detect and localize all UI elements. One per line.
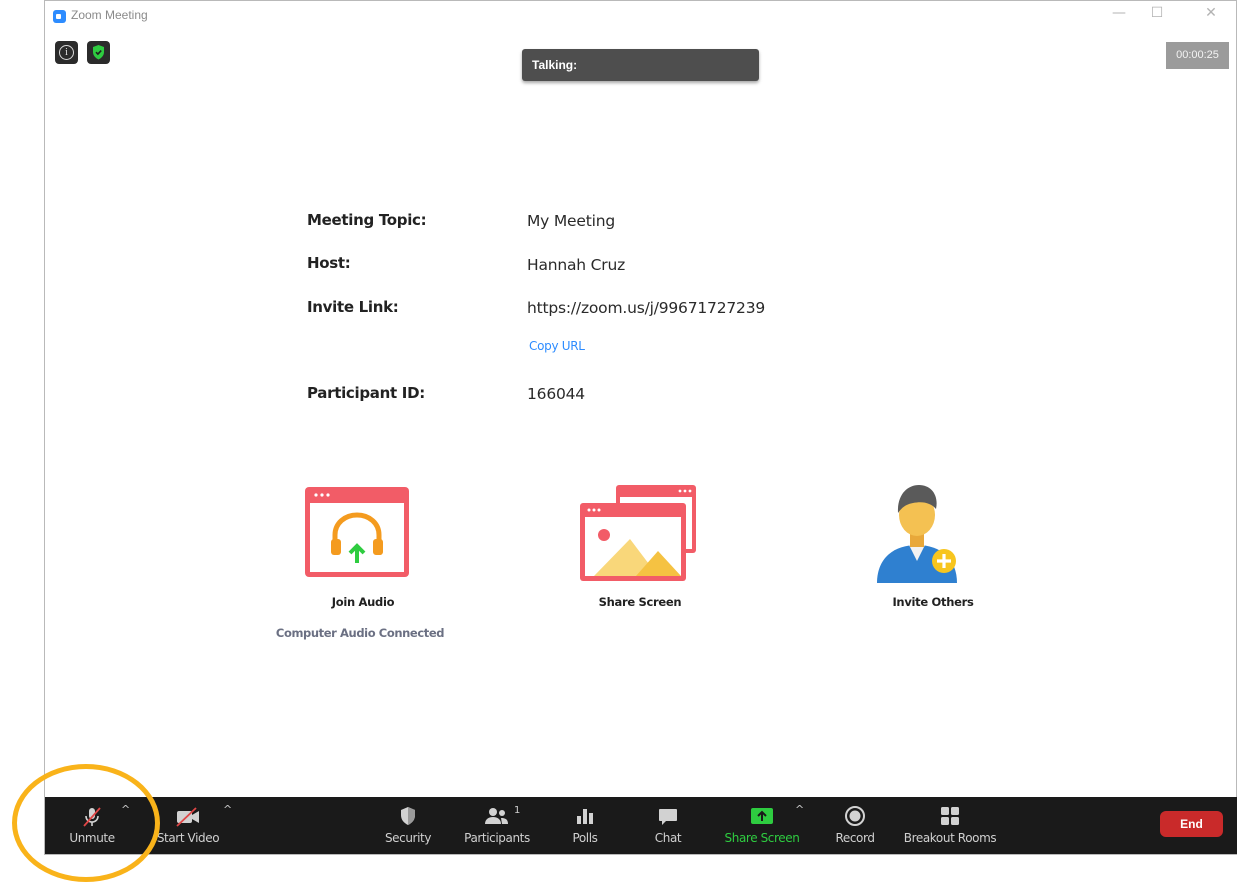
start-video-label: Start Video bbox=[156, 831, 220, 845]
share-screen-label: Share Screen bbox=[724, 831, 800, 845]
invite-link-value[interactable]: https://zoom.us/j/99671727239 bbox=[527, 299, 765, 317]
info-icon: i bbox=[59, 45, 74, 60]
record-button[interactable]: Record bbox=[828, 797, 882, 854]
host-label: Host: bbox=[307, 254, 351, 272]
invite-user-icon bbox=[877, 485, 957, 583]
share-options-caret[interactable]: ^ bbox=[795, 803, 804, 816]
share-screen-button[interactable]: Share Screen bbox=[721, 797, 803, 854]
minimize-button[interactable]: — bbox=[1109, 5, 1129, 21]
join-audio-button[interactable]: Join Audio bbox=[303, 483, 413, 609]
security-button[interactable]: Security bbox=[377, 797, 439, 854]
title-bar: Zoom Meeting — ☐ ✕ bbox=[45, 1, 1236, 31]
maximize-button[interactable]: ☐ bbox=[1147, 5, 1167, 21]
record-label: Record bbox=[835, 831, 875, 845]
participants-label: Participants bbox=[464, 831, 530, 845]
chat-button[interactable]: Chat bbox=[648, 797, 688, 854]
zoom-meeting-window: Zoom Meeting — ☐ ✕ i Talking: 00:00:25 M… bbox=[44, 0, 1237, 855]
share-screen-icon bbox=[580, 485, 696, 581]
meeting-info-button[interactable]: i bbox=[55, 41, 78, 64]
meeting-topic-label: Meeting Topic: bbox=[307, 211, 427, 229]
shield-icon bbox=[401, 807, 415, 825]
host-value: Hannah Cruz bbox=[527, 256, 626, 274]
close-button[interactable]: ✕ bbox=[1201, 5, 1221, 21]
participant-id-label: Participant ID: bbox=[307, 384, 425, 402]
polls-label: Polls bbox=[572, 831, 598, 845]
video-off-icon bbox=[176, 807, 199, 827]
window-title: Zoom Meeting bbox=[71, 8, 148, 22]
chat-label: Chat bbox=[654, 831, 682, 845]
share-screen-arrow-icon bbox=[751, 808, 773, 824]
meeting-timer: 00:00:25 bbox=[1166, 42, 1229, 69]
participant-id-value: 166044 bbox=[527, 385, 585, 403]
meeting-toolbar: Unmute ^ Start Video ^ Security 1 Partic… bbox=[45, 797, 1237, 854]
unmute-label: Unmute bbox=[69, 831, 115, 845]
audio-options-caret[interactable]: ^ bbox=[121, 803, 130, 816]
copy-url-link[interactable]: Copy URL bbox=[529, 339, 585, 353]
join-audio-label: Join Audio bbox=[331, 595, 395, 609]
screenshot: Zoom Meeting — ☐ ✕ i Talking: 00:00:25 M… bbox=[0, 0, 1237, 887]
shield-check-icon bbox=[93, 45, 104, 60]
participants-icon bbox=[485, 808, 508, 824]
muted-microphone-icon bbox=[83, 807, 101, 827]
audio-status-text: Computer Audio Connected bbox=[275, 626, 445, 640]
zoom-app-icon bbox=[53, 10, 66, 23]
breakout-rooms-button[interactable]: Breakout Rooms bbox=[897, 797, 1003, 854]
meeting-topic-value: My Meeting bbox=[527, 212, 615, 230]
encryption-status-button[interactable] bbox=[87, 41, 110, 64]
share-screen-main-label: Share Screen bbox=[598, 595, 682, 609]
polls-button[interactable]: Polls bbox=[565, 797, 605, 854]
share-screen-main-button[interactable]: Share Screen bbox=[580, 483, 698, 609]
breakout-rooms-label: Breakout Rooms bbox=[903, 831, 997, 845]
invite-link-label: Invite Link: bbox=[307, 298, 399, 316]
talking-indicator: Talking: bbox=[522, 49, 759, 81]
polls-icon bbox=[577, 809, 593, 824]
participants-button[interactable]: 1 Participants bbox=[459, 797, 535, 854]
invite-others-label: Invite Others bbox=[892, 595, 974, 609]
record-icon bbox=[845, 806, 865, 826]
start-video-button[interactable]: Start Video bbox=[151, 797, 225, 854]
video-options-caret[interactable]: ^ bbox=[223, 803, 232, 816]
breakout-rooms-icon bbox=[941, 807, 959, 825]
end-meeting-button[interactable]: End bbox=[1160, 811, 1223, 837]
unmute-button[interactable]: Unmute bbox=[55, 797, 129, 854]
invite-others-button[interactable]: Invite Others bbox=[873, 479, 974, 609]
security-label: Security bbox=[384, 831, 432, 845]
chat-bubble-icon bbox=[659, 809, 677, 825]
join-audio-icon bbox=[305, 487, 409, 577]
participants-count-badge: 1 bbox=[514, 805, 521, 816]
